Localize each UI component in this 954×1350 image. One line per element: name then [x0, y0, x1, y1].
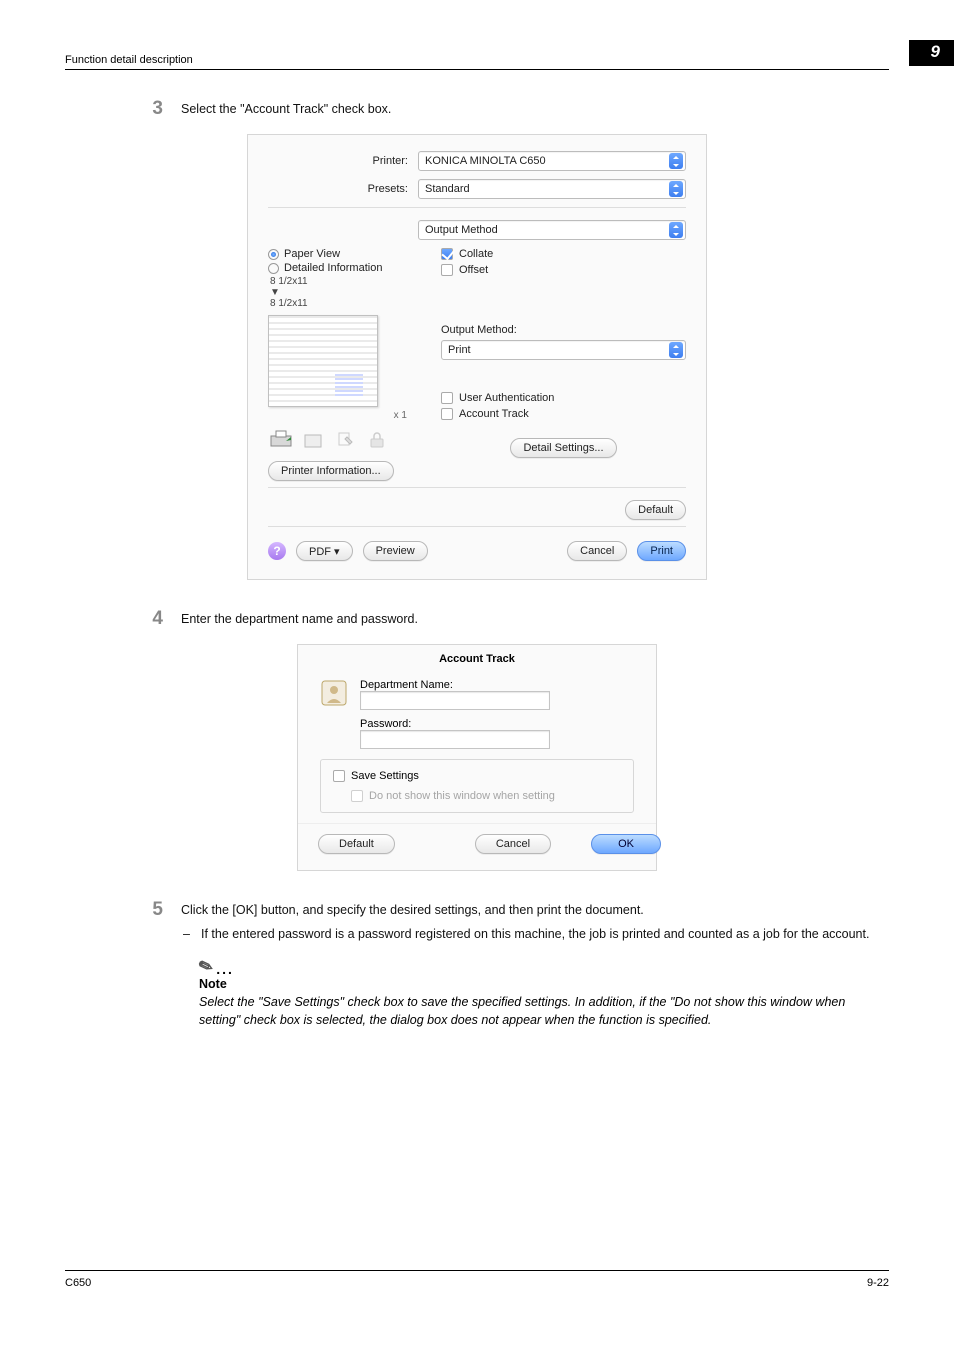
printer-label: Printer:	[268, 155, 418, 167]
note-body: Select the "Save Settings" check box to …	[199, 994, 889, 1029]
checkbox-label: Do not show this window when setting	[369, 790, 555, 802]
radio-dot-icon	[268, 263, 279, 274]
chapter-badge: 9	[909, 40, 954, 66]
presets-label: Presets:	[268, 183, 418, 195]
radio-paper-view[interactable]: Paper View	[268, 248, 413, 260]
default-button[interactable]: Default	[318, 834, 395, 854]
presets-select[interactable]: Standard	[418, 179, 686, 199]
radio-detailed-info[interactable]: Detailed Information	[268, 262, 413, 274]
cancel-button[interactable]: Cancel	[475, 834, 551, 854]
department-name-input[interactable]	[360, 691, 550, 710]
password-label: Password:	[360, 718, 550, 730]
default-button[interactable]: Default	[625, 500, 686, 520]
select-arrows-icon	[669, 342, 683, 358]
paper-preview	[268, 315, 378, 407]
note-heading: Note	[199, 977, 889, 991]
do-not-show-checkbox: Do not show this window when setting	[351, 790, 621, 802]
step-text: Click the [OK] button, and specify the d…	[181, 899, 869, 917]
printer-select[interactable]: KONICA MINOLTA C650	[418, 151, 686, 171]
bullet-dash: –	[181, 927, 201, 941]
note-dots-icon: ...	[216, 961, 234, 977]
step-text: Select the "Account Track" check box.	[181, 98, 391, 120]
print-dialog: Printer: KONICA MINOLTA C650 Presets: St…	[247, 134, 707, 580]
output-method-select[interactable]: Print	[441, 340, 686, 360]
checkbox-label: Offset	[459, 264, 488, 276]
output-method-label: Output Method:	[441, 324, 686, 336]
step-number: 3	[125, 98, 181, 120]
header-section-title: Function detail description	[65, 54, 909, 66]
checkbox-label: Save Settings	[351, 770, 419, 782]
checkbox-label: User Authentication	[459, 392, 554, 404]
offset-checkbox[interactable]: Offset	[441, 264, 686, 276]
avatar-icon	[320, 679, 348, 707]
user-auth-checkbox[interactable]: User Authentication	[441, 392, 686, 404]
account-track-dialog: Account Track Department Name: Password:…	[297, 644, 657, 871]
checkbox-label: Account Track	[459, 408, 529, 420]
step-sub-text: If the entered password is a password re…	[201, 927, 869, 941]
help-icon[interactable]: ?	[268, 542, 286, 560]
dialog-title: Account Track	[298, 645, 656, 671]
pdf-button[interactable]: PDF ▾	[296, 541, 353, 561]
checkbox-icon	[351, 790, 363, 802]
select-arrows-icon	[669, 153, 683, 169]
printer-info-button[interactable]: Printer Information...	[268, 461, 394, 481]
presets-select-value: Standard	[425, 183, 669, 195]
radio-dot-icon	[268, 249, 279, 260]
checkbox-icon	[333, 770, 345, 782]
footer-page: 9-22	[867, 1277, 889, 1289]
step-number: 5	[125, 899, 181, 941]
step-text: Enter the department name and password.	[181, 608, 418, 630]
print-button[interactable]: Print	[637, 541, 686, 561]
select-arrows-icon	[669, 181, 683, 197]
panel-select[interactable]: Output Method	[418, 220, 686, 240]
panel-select-value: Output Method	[425, 224, 669, 236]
checkbox-icon	[441, 264, 453, 276]
staple-icon	[332, 429, 358, 451]
detail-settings-button[interactable]: Detail Settings...	[510, 438, 616, 458]
account-track-checkbox[interactable]: Account Track	[441, 408, 686, 420]
paper-size-bottom: 8 1/2x11	[270, 298, 413, 309]
footer-model: C650	[65, 1277, 91, 1289]
output-method-value: Print	[448, 344, 669, 356]
password-input[interactable]	[360, 730, 550, 749]
lock-icon	[364, 429, 390, 451]
checkbox-label: Collate	[459, 248, 493, 260]
select-arrows-icon	[669, 222, 683, 238]
paper-arrow-icon: ▼	[270, 287, 413, 298]
cancel-button[interactable]: Cancel	[567, 541, 627, 561]
step-number: 4	[125, 608, 181, 630]
department-name-label: Department Name:	[360, 679, 550, 691]
checkbox-icon	[441, 248, 453, 260]
radio-label: Detailed Information	[284, 262, 382, 274]
paper-size-top: 8 1/2x11	[270, 276, 413, 287]
collate-checkbox[interactable]: Collate	[441, 248, 686, 260]
checkbox-icon	[441, 408, 453, 420]
printer-select-value: KONICA MINOLTA C650	[425, 155, 669, 167]
ok-button[interactable]: OK	[591, 834, 661, 854]
save-settings-checkbox[interactable]: Save Settings	[333, 770, 621, 782]
note-pen-icon: ✎	[196, 955, 216, 979]
radio-label: Paper View	[284, 248, 340, 260]
checkbox-icon	[441, 392, 453, 404]
tray-icon	[300, 429, 326, 451]
printer-icon	[268, 429, 294, 451]
preview-button[interactable]: Preview	[363, 541, 428, 561]
copy-count: x 1	[268, 410, 407, 421]
